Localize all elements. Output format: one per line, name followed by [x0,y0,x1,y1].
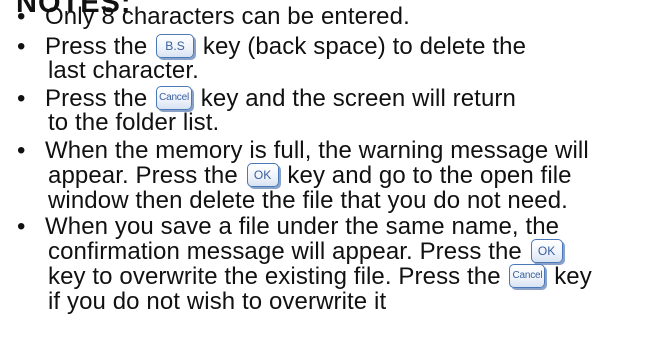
note-text: to the folder list. [48,109,220,136]
note-text-segment: Press the [45,85,148,112]
note-text: key to overwrite the existing file. Pres… [48,264,592,290]
note-text: last character. [48,57,199,84]
bullet-icon: • [17,137,26,164]
bullet-icon: • [17,213,26,240]
cancel-key-icon: Cancel [156,86,192,111]
bullet-icon: • [17,33,26,60]
ok-key-icon: OK [246,163,279,188]
note-text-segment: key and the screen will return [200,85,516,112]
note-text-segment: key to overwrite the existing file. Pres… [48,263,501,290]
note-text: window then delete the file that you do … [48,187,568,214]
note-text: confirmation message will appear. Press … [48,239,565,265]
notes-section: NOTES: • Only 8 characters can be entere… [0,0,666,342]
backspace-key-icon: B.S [156,34,195,59]
note-text: Only 8 characters can be entered. [45,3,410,30]
note-text-segment: key (back space) to delete the [202,33,527,60]
note-text-segment: Press the [45,33,148,60]
note-text-segment: appear. Press the [48,162,238,189]
note-text: When the memory is full, the warning mes… [45,137,589,164]
bullet-icon: • [17,3,26,30]
ok-key-icon: OK [530,239,563,264]
note-text: appear. Press the OK key and go to the o… [48,163,572,189]
note-text: When you save a file under the same name… [45,213,560,240]
note-text-segment: key [554,263,592,290]
note-text-segment: confirmation message will appear. Press … [48,238,522,265]
note-text-segment: key and go to the open file [287,162,572,189]
note-text: if you do not wish to overwrite it [48,288,387,315]
bullet-icon: • [17,85,26,112]
cancel-key-icon: Cancel [509,264,546,289]
